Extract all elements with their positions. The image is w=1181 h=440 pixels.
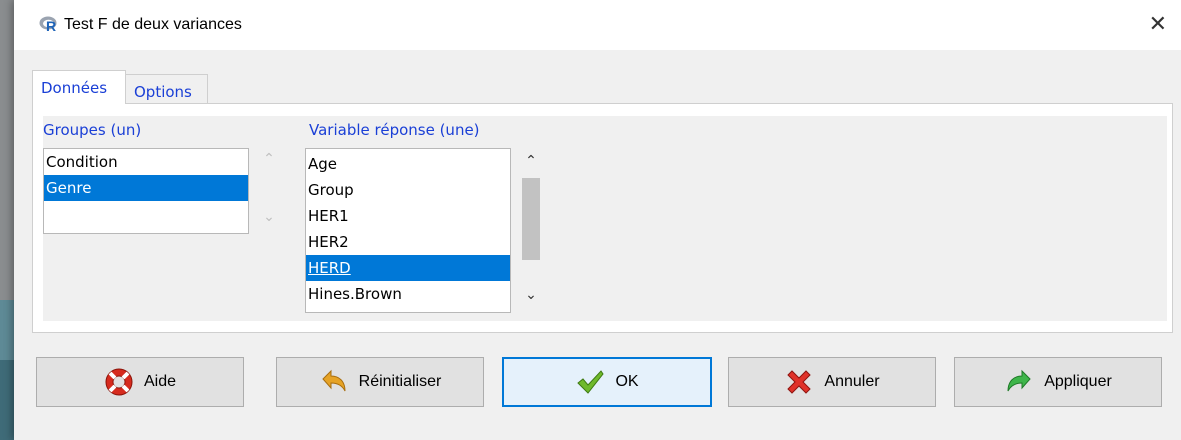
list-item[interactable]: Age: [306, 151, 510, 177]
groups-label: Groupes (un): [43, 121, 142, 139]
groups-listbox[interactable]: Condition Genre: [43, 148, 249, 234]
cancel-button[interactable]: Annuler: [728, 357, 936, 407]
r-logo-icon: R: [39, 16, 57, 33]
tab-donnees[interactable]: Données: [32, 70, 126, 104]
response-scrollbar[interactable]: ⌃ ⌄: [517, 148, 545, 313]
lifebuoy-icon: [105, 368, 133, 396]
cancel-button-label: Annuler: [824, 373, 880, 390]
help-button[interactable]: Aide: [36, 357, 244, 407]
tab-panel-content: Groupes (un) Condition Genre ⌃ ⌄ Variabl…: [43, 116, 1167, 321]
reset-button-label: Réinitialiser: [358, 373, 442, 390]
response-label: Variable réponse (une): [309, 121, 480, 139]
list-item-selected[interactable]: HERD: [306, 255, 510, 281]
scroll-down-icon[interactable]: ⌄: [255, 208, 283, 225]
list-item[interactable]: Hines.Brown: [306, 281, 510, 307]
checkmark-icon: [577, 370, 605, 394]
list-item[interactable]: Condition: [44, 149, 248, 175]
groups-scrollbar[interactable]: ⌃ ⌄: [255, 148, 283, 234]
list-item[interactable]: Group: [306, 177, 510, 203]
list-item[interactable]: HER1: [306, 203, 510, 229]
svg-text:R: R: [46, 18, 56, 33]
reset-button[interactable]: Réinitialiser: [276, 357, 484, 407]
red-x-icon: [787, 370, 812, 394]
scroll-up-icon[interactable]: ⌃: [255, 150, 283, 167]
close-icon[interactable]: ✕: [1149, 10, 1167, 38]
ok-button-label: OK: [615, 373, 639, 390]
list-item[interactable]: HER2: [306, 229, 510, 255]
scroll-thumb[interactable]: [522, 178, 540, 260]
undo-arrow-icon: [321, 369, 346, 392]
scroll-up-icon[interactable]: ⌃: [517, 152, 545, 169]
dialog-window: R Test F de deux variances ✕ Données Opt…: [14, 0, 1181, 440]
ok-button[interactable]: OK: [502, 357, 712, 407]
list-item-selected[interactable]: Genre: [44, 175, 248, 201]
green-arrow-icon: [1007, 369, 1031, 392]
tab-panel: Groupes (un) Condition Genre ⌃ ⌄ Variabl…: [32, 103, 1173, 333]
help-button-label: Aide: [143, 373, 177, 390]
scroll-down-icon[interactable]: ⌄: [517, 286, 545, 303]
apply-button-label: Appliquer: [1044, 373, 1112, 390]
desktop-background-shape: [0, 360, 14, 440]
tab-options[interactable]: Options: [126, 74, 208, 104]
apply-button[interactable]: Appliquer: [954, 357, 1162, 407]
window-title: Test F de deux variances: [64, 16, 242, 33]
title-bar: R Test F de deux variances ✕: [14, 0, 1181, 50]
response-listbox[interactable]: Age Group HER1 HER2 HERD Hines.Brown: [305, 148, 511, 313]
